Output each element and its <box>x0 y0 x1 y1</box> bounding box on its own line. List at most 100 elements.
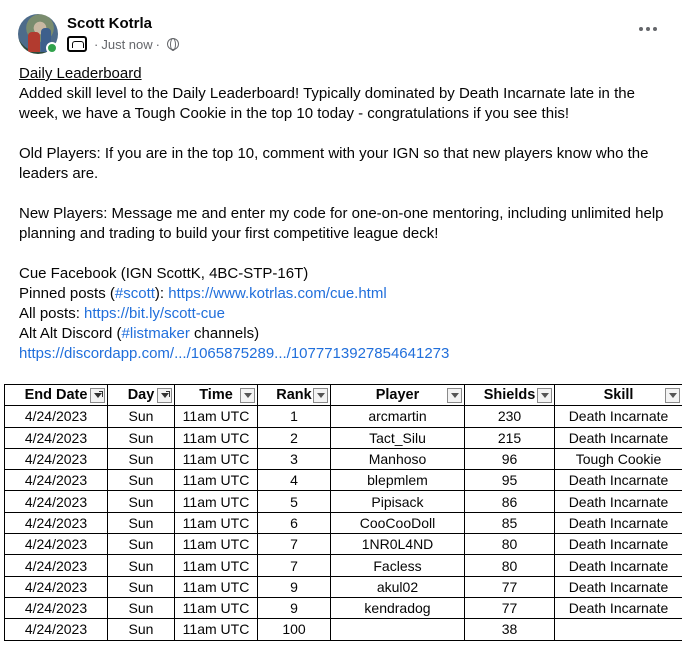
cell-day[interactable]: Sun <box>107 575 175 598</box>
more-options-button[interactable] <box>634 20 662 38</box>
cell-end-date[interactable]: 4/24/2023 <box>4 618 108 641</box>
cell-day[interactable]: Sun <box>107 426 175 449</box>
cell-day[interactable]: Sun <box>107 554 175 577</box>
post-paragraph: New Players: Message me and enter my cod… <box>19 205 664 242</box>
cell-shields[interactable]: 215 <box>464 426 555 449</box>
cell-shields[interactable]: 95 <box>464 469 555 492</box>
cue-line: Cue Facebook (IGN ScottK, 4BC-STP-16T) <box>19 265 309 282</box>
cell-time[interactable]: 11am UTC <box>174 618 258 641</box>
cell-time[interactable]: 11am UTC <box>174 554 258 577</box>
cell-time[interactable]: 11am UTC <box>174 469 258 492</box>
cell-day[interactable]: Sun <box>107 618 175 641</box>
post-paragraph: Old Players: If you are in the top 10, c… <box>19 145 649 182</box>
cell-player[interactable]: arcmartin <box>330 405 465 428</box>
cell-rank[interactable]: 9 <box>257 575 331 598</box>
globe-icon[interactable] <box>167 38 179 51</box>
hashtag-link[interactable]: #scott <box>115 285 155 302</box>
filter-dropdown-icon[interactable] <box>313 388 328 403</box>
cell-skill[interactable]: Death Incarnate <box>554 511 682 535</box>
filter-dropdown-icon[interactable] <box>240 388 255 403</box>
cell-day[interactable]: Sun <box>107 596 175 620</box>
cell-time[interactable]: 11am UTC <box>174 405 258 428</box>
cell-player[interactable]: 1NR0L4ND <box>330 533 465 556</box>
filter-icon[interactable] <box>157 388 172 403</box>
cell-skill[interactable]: Death Incarnate <box>554 426 682 449</box>
cell-end-date[interactable]: 4/24/2023 <box>4 426 108 449</box>
post-timestamp[interactable]: Just now <box>101 37 152 52</box>
cell-skill[interactable]: Death Incarnate <box>554 596 682 620</box>
table-row: 4/24/2023 Sun 11am UTC 4 blepmlem 95 Death Inc… <box>4 469 682 492</box>
cell-skill[interactable]: Death Incarnate <box>554 490 682 513</box>
cell-end-date[interactable]: 4/24/2023 <box>4 405 108 428</box>
cell-day[interactable]: Sun <box>107 405 175 428</box>
cell-skill[interactable]: Tough Cookie <box>554 447 682 471</box>
cell-rank[interactable]: 3 <box>257 447 331 471</box>
filter-icon[interactable] <box>90 388 105 403</box>
cell-skill[interactable]: Death Incarnate <box>554 575 682 598</box>
cell-day[interactable]: Sun <box>107 490 175 513</box>
cell-end-date[interactable]: 4/24/2023 <box>4 554 108 577</box>
filter-dropdown-icon[interactable] <box>537 388 552 403</box>
cell-end-date[interactable]: 4/24/2023 <box>4 575 108 598</box>
cell-player[interactable]: Facless <box>330 554 465 577</box>
pinned-posts-link[interactable]: https://www.kotrlas.com/cue.html <box>168 285 386 302</box>
cell-end-date[interactable]: 4/24/2023 <box>4 490 108 513</box>
cell-player[interactable]: Tact_Silu <box>330 426 465 449</box>
cell-rank[interactable]: 2 <box>257 426 331 449</box>
cell-end-date[interactable]: 4/24/2023 <box>4 596 108 620</box>
cell-shields[interactable]: 77 <box>464 596 555 620</box>
cell-time[interactable]: 11am UTC <box>174 575 258 598</box>
cell-day[interactable]: Sun <box>107 447 175 471</box>
cell-shields[interactable]: 80 <box>464 533 555 556</box>
cell-rank[interactable]: 5 <box>257 490 331 513</box>
cell-day[interactable]: Sun <box>107 511 175 535</box>
all-posts-link[interactable]: https://bit.ly/scott-cue <box>84 305 225 322</box>
cell-rank[interactable]: 4 <box>257 469 331 492</box>
cell-rank[interactable]: 7 <box>257 554 331 577</box>
cell-shields[interactable]: 77 <box>464 575 555 598</box>
hashtag-link[interactable]: #listmaker <box>122 325 190 342</box>
cell-player[interactable]: kendradog <box>330 596 465 620</box>
cell-time[interactable]: 11am UTC <box>174 511 258 535</box>
cell-skill[interactable]: Death Incarnate <box>554 469 682 492</box>
cell-time[interactable]: 11am UTC <box>174 490 258 513</box>
cell-shields[interactable]: 86 <box>464 490 555 513</box>
cell-time[interactable]: 11am UTC <box>174 596 258 620</box>
cell-shields[interactable]: 80 <box>464 554 555 577</box>
author-name[interactable]: Scott Kotrla <box>67 15 152 32</box>
cell-time[interactable]: 11am UTC <box>174 533 258 556</box>
cell-time[interactable]: 11am UTC <box>174 447 258 471</box>
cell-shields[interactable]: 85 <box>464 511 555 535</box>
filter-dropdown-icon[interactable] <box>447 388 462 403</box>
cell-shields[interactable]: 230 <box>464 405 555 428</box>
cell-skill[interactable]: Death Incarnate <box>554 533 682 556</box>
cell-player[interactable] <box>330 618 465 641</box>
filter-dropdown-icon[interactable] <box>665 388 680 403</box>
group-chat-icon <box>67 36 87 52</box>
discord-link[interactable]: https://discordapp.com/.../1065875289...… <box>19 345 449 362</box>
cell-skill[interactable]: Death Incarnate <box>554 405 682 428</box>
cell-player[interactable]: akul02 <box>330 575 465 598</box>
cell-rank[interactable]: 7 <box>257 533 331 556</box>
cell-end-date[interactable]: 4/24/2023 <box>4 511 108 535</box>
cell-player[interactable]: Pipisack <box>330 490 465 513</box>
column-header-rank: Rank <box>257 383 331 407</box>
cell-end-date[interactable]: 4/24/2023 <box>4 469 108 492</box>
cell-day[interactable]: Sun <box>107 469 175 492</box>
cell-player[interactable]: blepmlem <box>330 469 465 492</box>
cell-skill[interactable]: Death Incarnate <box>554 554 682 577</box>
cell-time[interactable]: 11am UTC <box>174 426 258 449</box>
cell-end-date[interactable]: 4/24/2023 <box>4 447 108 471</box>
header-label: End Date <box>24 387 88 404</box>
cell-skill[interactable] <box>554 618 682 641</box>
cell-rank[interactable]: 9 <box>257 596 331 620</box>
cell-rank[interactable]: 100 <box>257 618 331 641</box>
cell-shields[interactable]: 38 <box>464 618 555 641</box>
cell-rank[interactable]: 1 <box>257 405 331 428</box>
cell-day[interactable]: Sun <box>107 533 175 556</box>
cell-player[interactable]: CooCooDoll <box>330 511 465 535</box>
cell-rank[interactable]: 6 <box>257 511 331 535</box>
cell-player[interactable]: Manhoso <box>330 447 465 471</box>
cell-end-date[interactable]: 4/24/2023 <box>4 533 108 556</box>
cell-shields[interactable]: 96 <box>464 447 555 471</box>
